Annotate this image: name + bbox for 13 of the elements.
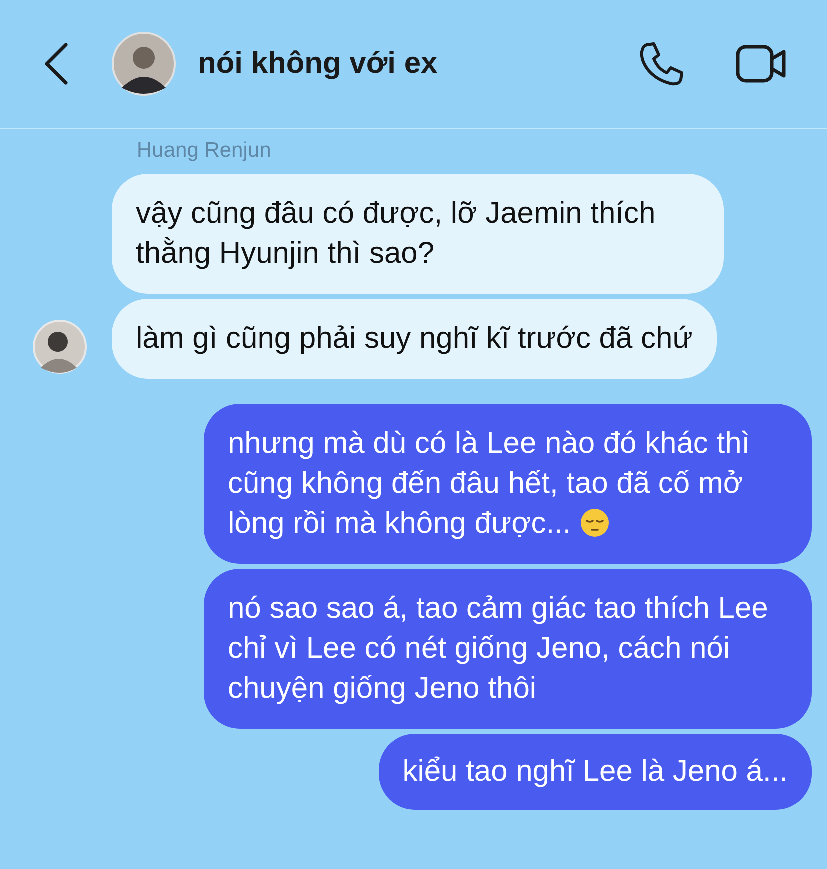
chat-title: nói không với ex — [198, 47, 439, 81]
back-icon[interactable] — [42, 42, 70, 86]
phone-icon[interactable] — [638, 40, 686, 88]
avatar[interactable] — [112, 32, 176, 96]
message-bubble: nhưng mà dù có là Lee nào đó khác thì cũng không đến đâu hết, tao đã cố mở lòng rồi mà không được... — [204, 404, 812, 564]
sender-name: Huang Renjun — [137, 139, 272, 163]
message-bubble: nó sao sao á, tao cảm giác tao thích Lee chỉ vì Lee có nét giống Jeno, cách nói chuyện giống Jeno thôi — [204, 569, 812, 729]
message-bubble: làm gì cũng phải suy nghĩ kĩ trước đã chứ — [112, 299, 717, 379]
message-bubble: vậy cũng đâu có được, lỡ Jaemin thích thằng Hyunjin thì sao? — [112, 174, 724, 294]
message-bubble: kiểu tao nghĩ Lee là Jeno á... — [378, 734, 812, 810]
video-call-icon[interactable] — [736, 44, 788, 84]
pensive-emoji-icon — [580, 508, 610, 538]
avatar[interactable] — [33, 320, 87, 374]
